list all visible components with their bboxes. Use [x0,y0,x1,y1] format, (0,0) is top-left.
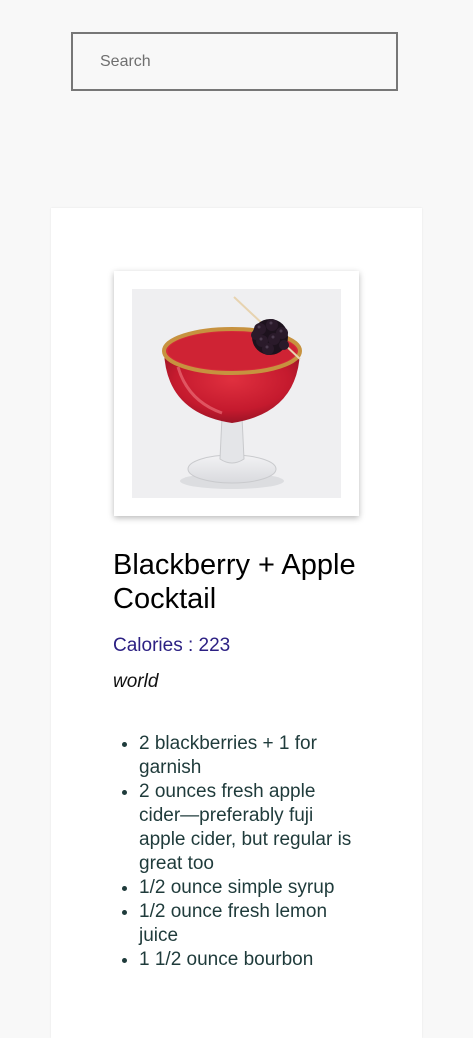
recipe-card[interactable]: Blackberry + Apple Cocktail Calories : 2… [51,208,422,1038]
recipe-photo [132,289,341,498]
recipe-origin: world [113,671,159,692]
ingredient-item: 1 1/2 ounce bourbon [139,948,353,972]
recipe-calories: Calories : 223 [113,635,231,656]
ingredients-list: 2 blackberries + 1 for garnish 2 ounces … [113,732,353,972]
ingredient-item: 2 blackberries + 1 for garnish [139,732,353,780]
recipe-photo-frame [114,271,359,516]
ingredients-list-container: 2 blackberries + 1 for garnish 2 ounces … [113,732,353,984]
ingredient-item: 2 ounces fresh apple cider—preferably fu… [139,780,353,876]
search-box[interactable] [71,32,398,91]
ingredient-item: 1/2 ounce simple syrup [139,876,353,900]
recipe-title: Blackberry + Apple Cocktail [113,549,356,615]
ingredient-item: 1/2 ounce fresh lemon juice [139,900,353,948]
search-input[interactable] [73,34,396,89]
